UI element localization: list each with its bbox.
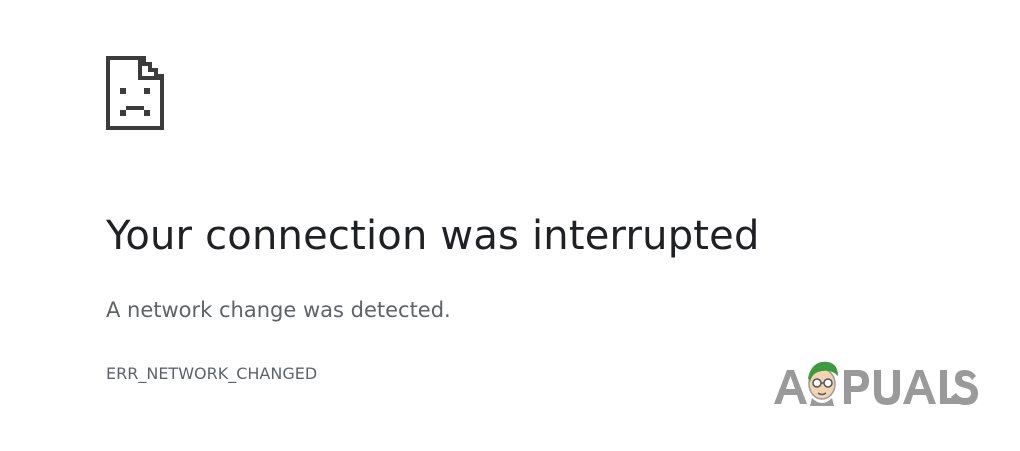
appuals-mascot-icon — [808, 361, 838, 406]
appuals-watermark-logo — [772, 354, 982, 412]
error-description: A network change was detected. — [106, 298, 451, 322]
error-code: ERR_NETWORK_CHANGED — [106, 364, 318, 383]
error-page: Your connection was interrupted A networ… — [0, 0, 1020, 451]
sad-page-icon — [106, 56, 164, 130]
error-title: Your connection was interrupted — [106, 213, 760, 259]
